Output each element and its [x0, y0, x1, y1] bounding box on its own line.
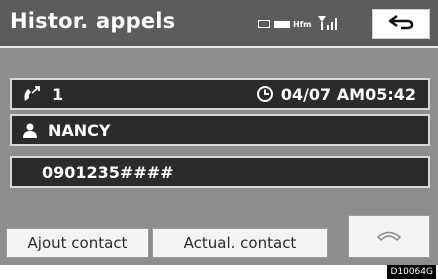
back-arrow-icon	[387, 14, 415, 34]
status-area: Hfm	[258, 15, 340, 33]
phone-number-row: 0901235####	[10, 156, 430, 188]
add-contact-button[interactable]: Ajout contact	[6, 228, 149, 258]
figure-code: D10064G	[387, 265, 436, 279]
call-button[interactable]	[348, 215, 430, 258]
contact-name: NANCY	[48, 120, 111, 140]
contact-name-row: NANCY	[10, 114, 430, 146]
call-history-screen: Histor. appels Hfm 1 04/07 AM05:42 NANCY…	[0, 0, 438, 265]
update-contact-button[interactable]: Actual. contact	[152, 228, 328, 258]
handset-icon	[376, 227, 402, 246]
back-button[interactable]	[372, 9, 430, 39]
page-title: Histor. appels	[10, 9, 176, 33]
signal-strength-icon	[317, 15, 340, 33]
call-time: 04/07 AM05:42	[256, 85, 416, 104]
title-bar: Histor. appels Hfm	[0, 0, 438, 48]
hfm-indicator: Hfm	[293, 19, 312, 29]
call-count: 1	[52, 84, 64, 104]
clock-icon	[256, 85, 274, 103]
battery-icon	[274, 20, 290, 28]
outgoing-call-icon	[22, 85, 42, 103]
phone-number: 0901235####	[42, 162, 174, 182]
person-icon	[22, 122, 38, 138]
call-timestamp: 04/07 AM05:42	[280, 84, 416, 104]
call-info-row: 1 04/07 AM05:42	[10, 78, 430, 110]
bluetooth-phone-icon	[258, 20, 270, 28]
